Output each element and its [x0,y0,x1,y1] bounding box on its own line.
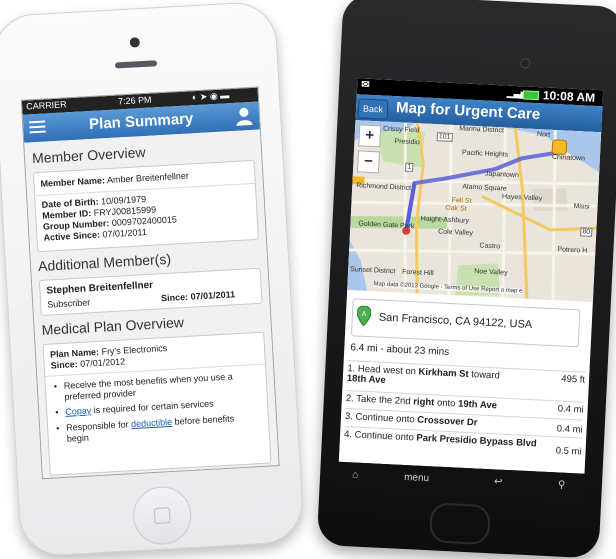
step-distance: 495 ft [561,373,586,386]
status-icons: ◐ ➤ ◉ ▬ [191,90,230,103]
destination-address: San Francisco, CA 94122, USA [378,311,533,332]
additional-member-since: Since: 07/01/2011 [160,289,236,304]
map-label: Potrero H [557,246,588,255]
carrier-label: CARRIER [25,99,67,112]
search-softkey-icon[interactable]: ⚲ [558,480,566,491]
additional-member-role: Subscriber [46,297,91,310]
map-label: Missi [573,202,590,211]
additional-member-card[interactable]: Stephen Breitenfellner Subscriber Since:… [38,267,263,317]
android-device: ✉ ▁▃▅ 10:08 AM Back Map for Urgent Care [316,0,616,559]
home-button[interactable] [131,485,193,547]
map-label: Fell St [451,196,472,205]
mail-icon: ✉ [360,79,370,91]
route-shield: 80 [580,227,593,237]
iphone-device: CARRIER 7:26 PM ◐ ➤ ◉ ▬ Plan Summary Mem… [0,0,305,558]
map-label: Nort [536,131,551,139]
member-name-row: Member Name: Amber Breitenfellner [40,171,189,189]
map-label: Presidio [394,138,420,147]
step-distance: 0.4 mi [556,423,583,436]
menu-softkey[interactable]: menu [404,472,430,484]
member-overview-heading: Member Overview [31,143,146,167]
map-pin-icon: A [356,305,372,327]
home-square-icon [153,507,171,525]
plan-since-value: 07/01/2012 [79,356,126,369]
route-shield: 101 [436,132,453,142]
battery-icon [522,90,540,101]
member-overview-card: Member Name: Amber Breitenfellner Date o… [32,159,259,253]
status-time: 7:26 PM [117,94,152,107]
directions-list: 1. Head west on Kirkham St toward 18th A… [343,360,590,466]
step-distance: 0.4 mi [557,403,584,416]
page-title: Map for Urgent Care [395,99,541,124]
route-shield: 1 [405,162,414,173]
medical-plan-card: Plan Name: Fry's Electronics Since: 07/0… [42,331,272,476]
map-label: Oak St [445,204,467,213]
benefit-bullet: Responsible for deductible before benefi… [56,412,257,445]
android-screen: ✉ ▁▃▅ 10:08 AM Back Map for Urgent Care [338,78,604,474]
earpiece-speaker [114,60,158,69]
route-summary: 6.4 mi - about 23 mins [350,342,450,359]
plan-summary-content: Member Overview Member Name: Amber Breit… [24,129,279,479]
additional-members-heading: Additional Member(s) [37,250,172,275]
back-button[interactable]: Back [357,98,389,120]
medical-plan-heading: Medical Plan Overview [41,314,185,339]
front-camera [520,58,531,69]
copay-link[interactable]: Copay [65,405,92,416]
member-name-label: Member Name: [40,175,106,189]
iphone-screen: CARRIER 7:26 PM ◐ ➤ ◉ ▬ Plan Summary Mem… [20,86,280,480]
home-softkey-icon[interactable]: ⌂ [352,469,359,480]
zoom-in-button[interactable]: + [358,124,382,148]
person-icon[interactable] [235,106,254,127]
zoom-out-button[interactable]: − [356,150,380,174]
svg-text:A: A [361,311,366,318]
map-view[interactable]: + − Crissy Field Marina District Presidi… [347,120,602,302]
additional-member-name: Stephen Breitenfellner [46,279,154,297]
active-since-label: Active Since: [43,229,101,243]
member-name-value: Amber Breitenfellner [106,170,190,186]
step-distance: 0.5 mi [555,445,582,458]
plan-name-value: Fry's Electronics [101,343,168,357]
status-time: 10:08 AM [542,88,596,105]
map-label: Castro [479,242,501,251]
optical-trackpad[interactable] [428,502,491,546]
active-since-value: 07/01/2011 [102,227,148,240]
deductible-link[interactable]: deductible [131,417,173,429]
front-camera [129,37,141,48]
group-number-value: 0009702400015 [111,214,178,228]
map-label: Forest Hill [401,268,434,278]
destination-address-box: A San Francisco, CA 94122, USA [350,298,581,348]
plan-since-label: Since: [50,359,78,371]
back-softkey-icon[interactable]: ↩ [494,476,503,487]
